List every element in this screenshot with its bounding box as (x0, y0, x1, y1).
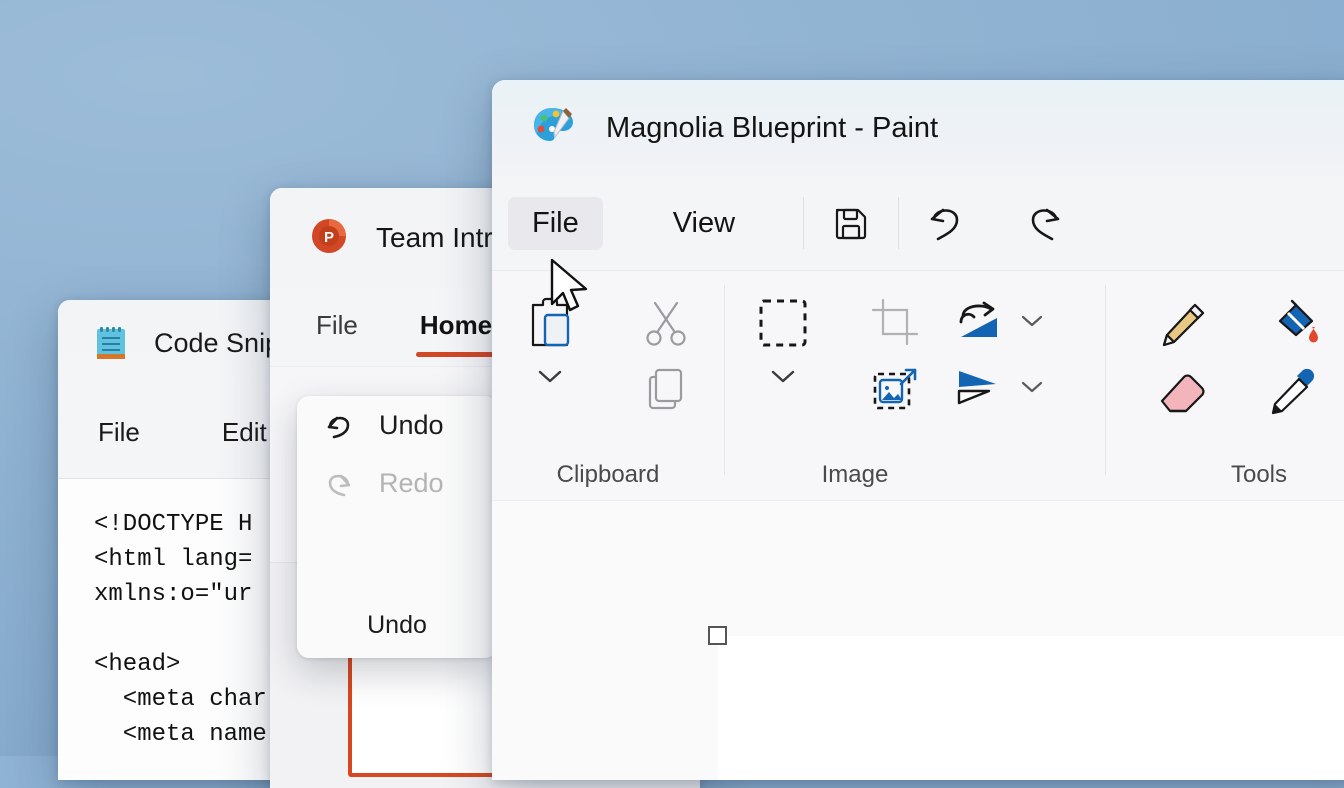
paint-ribbon: Clipboard Image Tools (492, 270, 1344, 501)
pencil-icon[interactable] (1156, 299, 1210, 351)
ribbon-group-image: Image (725, 271, 1105, 501)
toolbar-separator-1 (803, 197, 805, 249)
ribbon-group-clipboard-label: Clipboard (556, 461, 660, 488)
ribbon-group-tools: Tools (1106, 271, 1344, 501)
undo-group-label: Undo (367, 611, 427, 639)
cut-scissors-icon[interactable] (641, 297, 691, 349)
save-icon[interactable] (820, 192, 882, 254)
paste-dropdown-chevron-icon[interactable] (533, 365, 567, 387)
resize-icon[interactable] (870, 367, 922, 417)
ribbon-group-tools-label: Tools (1230, 461, 1288, 488)
paint-canvas-area[interactable] (492, 500, 1344, 780)
paste-icon[interactable] (523, 295, 577, 353)
paint-title: Magnolia Blueprint - Paint (606, 111, 939, 144)
powerpoint-undo-flyout[interactable]: Undo Redo Undo (297, 396, 497, 658)
tab-file[interactable]: File (316, 310, 358, 345)
fill-bucket-icon[interactable] (1266, 299, 1320, 351)
rotate-icon[interactable] (951, 299, 1005, 343)
notepad-menu-edit[interactable]: Edit (222, 417, 267, 448)
select-dropdown-chevron-icon[interactable] (766, 365, 800, 387)
paint-canvas[interactable] (718, 636, 1344, 780)
redo-menu-label: Redo (379, 467, 444, 498)
toolbar-separator-2 (898, 197, 900, 249)
tab-home[interactable]: Home (415, 310, 503, 357)
redo-icon[interactable] (1013, 192, 1075, 254)
flip-icon[interactable] (951, 365, 1005, 409)
redo-menu-item[interactable]: Redo (297, 454, 497, 512)
window-paint[interactable]: Magnolia Blueprint - Paint File View Cli… (492, 80, 1344, 780)
paint-palette-icon (532, 105, 576, 152)
undo-icon[interactable] (915, 192, 977, 254)
paint-menu-file[interactable]: File (508, 196, 603, 250)
svg-text:P: P (324, 229, 334, 246)
canvas-resize-handle[interactable] (708, 626, 727, 645)
notepad-menu-file[interactable]: File (98, 417, 140, 448)
undo-menu-label: Undo (379, 409, 444, 440)
notepad-icon (94, 325, 128, 361)
ribbon-group-clipboard: Clipboard (492, 271, 724, 501)
undo-arrow-icon (321, 406, 357, 445)
select-rectangle-icon[interactable] (753, 295, 813, 353)
eraser-icon[interactable] (1156, 367, 1210, 417)
powerpoint-icon: P (310, 217, 348, 260)
rotate-dropdown-chevron-icon[interactable] (1017, 311, 1047, 331)
undo-menu-item[interactable]: Undo (297, 396, 497, 454)
redo-arrow-icon (321, 464, 357, 503)
paint-titlebar[interactable]: Magnolia Blueprint - Paint (492, 80, 1344, 176)
ribbon-group-image-label: Image (821, 461, 889, 488)
color-picker-icon[interactable] (1266, 367, 1320, 417)
crop-icon[interactable] (870, 297, 922, 347)
copy-icon[interactable] (643, 365, 689, 413)
paint-menu-view[interactable]: View (649, 197, 759, 250)
flip-dropdown-chevron-icon[interactable] (1017, 377, 1047, 397)
paint-top-toolbar[interactable]: File View (492, 176, 1344, 270)
